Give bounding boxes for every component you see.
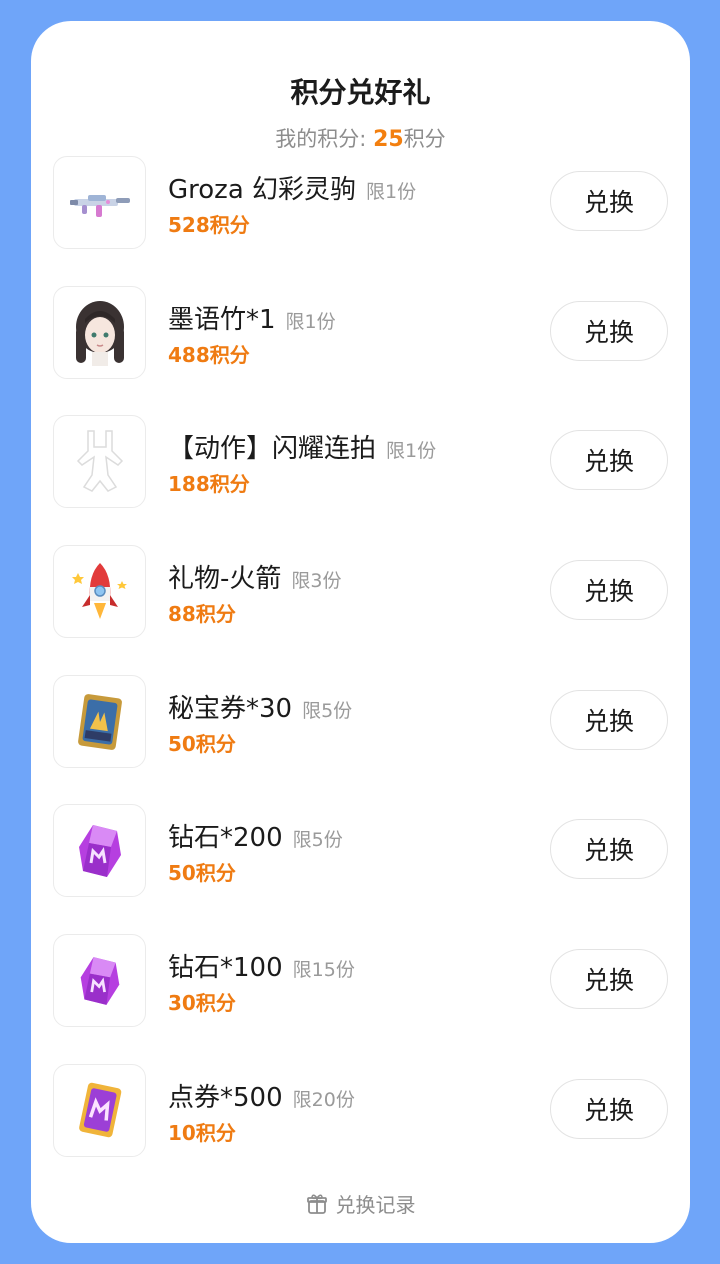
reward-item: 墨语竹*1 限1份 488积分 兑换: [53, 286, 668, 379]
reward-name-row: 墨语竹*1 限1份: [168, 299, 336, 336]
reward-item: 【动作】闪耀连拍 限1份 188积分 兑换: [53, 415, 668, 508]
treasure-card-icon: [77, 693, 122, 750]
reward-limit: 限1份: [386, 440, 437, 462]
reward-thumbnail: [53, 286, 146, 379]
exchange-button[interactable]: 兑换: [550, 301, 668, 361]
reward-name-row: 秘宝券*30 限5份: [168, 688, 352, 725]
points-value: 25: [373, 127, 404, 152]
reward-limit: 限1份: [366, 181, 417, 203]
reward-name: 礼物-火箭: [168, 564, 282, 594]
exchange-button[interactable]: 兑换: [550, 690, 668, 750]
reward-name-row: 礼物-火箭 限3份: [168, 558, 341, 595]
reward-name-row: 【动作】闪耀连拍 限1份: [168, 428, 436, 465]
exchange-button[interactable]: 兑换: [550, 560, 668, 620]
reward-item: 钻石*200 限5份 50积分 兑换: [53, 804, 668, 897]
reward-thumbnail: [53, 804, 146, 897]
reward-item: 钻石*100 限15份 30积分 兑换: [53, 934, 668, 1027]
reward-cost: 488积分: [168, 343, 250, 367]
exchange-history-label: 兑换记录: [335, 1193, 416, 1217]
points-unit: 积分: [403, 127, 446, 151]
reward-name: 墨语竹*1: [168, 305, 276, 335]
reward-item: 礼物-火箭 限3份 88积分 兑换: [53, 545, 668, 638]
my-points: 我的积分: 25积分: [31, 123, 690, 153]
exchange-button[interactable]: 兑换: [550, 949, 668, 1009]
reward-limit: 限1份: [285, 311, 336, 333]
reward-cost: 88积分: [168, 602, 236, 626]
reward-name-row: 点券*500 限20份: [168, 1077, 355, 1114]
reward-thumbnail: [53, 934, 146, 1027]
page-title: 积分兑好礼: [290, 76, 431, 109]
exchange-button[interactable]: 兑换: [550, 430, 668, 490]
rifle-icon: [69, 194, 130, 217]
reward-name: 钻石*100: [168, 953, 283, 983]
rocket-icon: [71, 562, 127, 619]
reward-name: Groza 幻彩灵驹: [168, 175, 357, 205]
diamond-icon: [78, 824, 121, 877]
reward-cost: 10积分: [168, 1121, 236, 1145]
exchange-button[interactable]: 兑换: [550, 171, 668, 231]
exchange-card: 积分兑好礼 我的积分: 25积分 Groza 幻彩灵驹 限1份 528积分 兑换…: [31, 21, 690, 1243]
reward-limit: 限20份: [292, 1089, 355, 1111]
reward-cost: 50积分: [168, 861, 236, 885]
avatar-girl-icon: [75, 300, 124, 366]
reward-limit: 限3份: [291, 570, 342, 592]
voucher-card-icon: [78, 1082, 121, 1137]
reward-thumbnail: [53, 675, 146, 768]
reward-cost: 50积分: [168, 732, 236, 756]
reward-cost: 528积分: [168, 213, 250, 237]
reward-name-row: 钻石*200 限5份: [168, 817, 343, 854]
reward-limit: 限15份: [292, 959, 355, 981]
reward-limit: 限5份: [302, 700, 353, 722]
reward-item: 点券*500 限20份 10积分 兑换: [53, 1064, 668, 1157]
reward-name: 秘宝券*30: [168, 694, 293, 724]
gift-box-icon: [306, 1194, 327, 1214]
reward-name: 钻石*200: [168, 823, 283, 853]
reward-cost: 30积分: [168, 991, 236, 1015]
diamond-icon: [80, 956, 119, 1005]
reward-item: 秘宝券*30 限5份 50积分 兑换: [53, 675, 668, 768]
points-label: 我的积分:: [275, 127, 374, 151]
exchange-button[interactable]: 兑换: [550, 819, 668, 879]
reward-name: 点券*500: [168, 1083, 283, 1113]
reward-limit: 限5份: [292, 829, 343, 851]
reward-thumbnail: [53, 545, 146, 638]
reward-thumbnail: [53, 156, 146, 249]
pose-figure-icon: [76, 429, 123, 492]
reward-cost: 188积分: [168, 472, 250, 496]
reward-name-row: Groza 幻彩灵驹 限1份: [168, 169, 416, 206]
reward-item: Groza 幻彩灵驹 限1份 528积分 兑换: [53, 156, 668, 249]
exchange-button[interactable]: 兑换: [550, 1079, 668, 1139]
reward-thumbnail: [53, 1064, 146, 1157]
reward-name: 【动作】闪耀连拍: [168, 434, 377, 464]
exchange-history-link[interactable]: 兑换记录: [31, 1189, 690, 1218]
reward-thumbnail: [53, 415, 146, 508]
reward-name-row: 钻石*100 限15份: [168, 947, 355, 984]
